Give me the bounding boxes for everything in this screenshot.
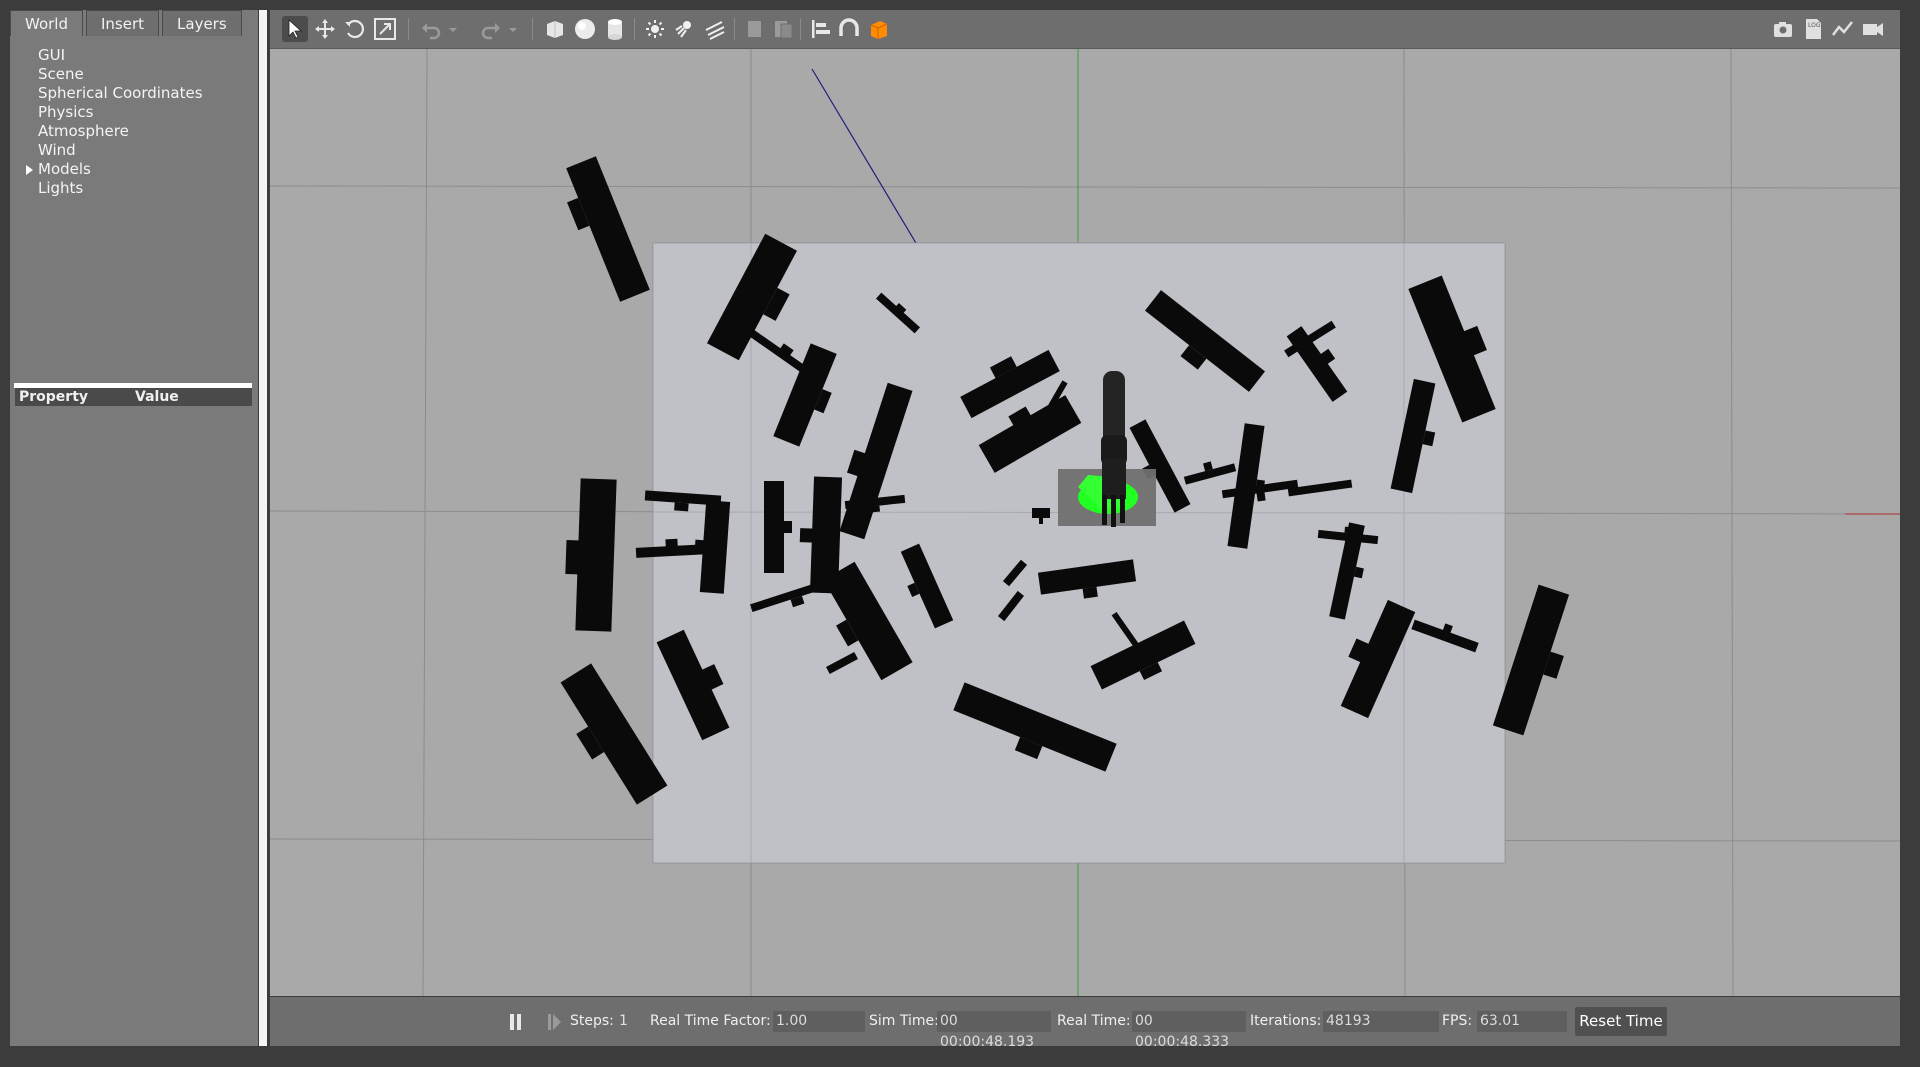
tree-item-label: Lights	[38, 179, 84, 197]
tab-world[interactable]: World	[10, 10, 83, 36]
robot-finger[interactable]	[1120, 495, 1125, 523]
sphere-shape-icon[interactable]	[572, 16, 598, 42]
tree-item-label: Models	[38, 160, 91, 178]
scene-canvas[interactable]	[270, 49, 1900, 996]
tree-item-label: Wind	[38, 141, 76, 159]
directional-light-icon[interactable]	[702, 16, 728, 42]
tree-item-spherical-coordinates[interactable]: Spherical Coordinates	[10, 84, 258, 103]
real-time-label: Real Time:	[1057, 1013, 1131, 1029]
robot-finger[interactable]	[1111, 495, 1116, 527]
panel-splitter[interactable]	[259, 10, 267, 1046]
point-light-icon[interactable]	[642, 16, 668, 42]
step-button[interactable]	[546, 997, 562, 1046]
cylinder-shape-icon[interactable]	[602, 16, 628, 42]
model-shelf	[1492, 584, 1570, 736]
tree-item-lights[interactable]: Lights	[10, 179, 258, 198]
toolbar-separator	[532, 18, 533, 40]
toolbar: LOG	[270, 10, 1900, 49]
iterations-label: Iterations:	[1250, 1013, 1322, 1029]
screenshot-icon[interactable]	[1770, 16, 1796, 42]
fps-label: FPS:	[1442, 1013, 1473, 1029]
tree-item-physics[interactable]: Physics	[10, 103, 258, 122]
robot-finger[interactable]	[1102, 495, 1107, 525]
redo-icon[interactable]	[478, 16, 504, 42]
translate-mode-icon[interactable]	[312, 16, 338, 42]
paste-icon[interactable]	[770, 16, 796, 42]
pause-button[interactable]	[508, 997, 524, 1046]
undo-history-chevron-icon[interactable]	[446, 16, 460, 42]
tree-item-scene[interactable]: Scene	[10, 65, 258, 84]
left-panel: World Insert Layers GUI Scene Spherical …	[10, 10, 258, 1046]
sim-time-field: 00 00:00:48.193	[937, 1011, 1051, 1050]
toolbar-separator	[408, 18, 409, 40]
tab-insert[interactable]: Insert	[86, 10, 160, 36]
robot-wrist[interactable]	[1102, 459, 1126, 499]
change-view-icon[interactable]	[866, 16, 892, 42]
plot-icon[interactable]	[1830, 16, 1856, 42]
copy-icon[interactable]	[742, 16, 768, 42]
steps-label: Steps:	[570, 1013, 614, 1029]
panel-tabs: World Insert Layers	[10, 10, 245, 37]
tree-item-wind[interactable]: Wind	[10, 141, 258, 160]
toolbar-separator	[800, 18, 801, 40]
expand-arrow-icon[interactable]	[26, 165, 33, 175]
real-time-factor-label: Real Time Factor:	[650, 1013, 771, 1029]
snap-icon[interactable]	[836, 16, 862, 42]
rotate-mode-icon[interactable]	[342, 16, 368, 42]
tree-item-label: Spherical Coordinates	[38, 84, 203, 102]
log-icon[interactable]: LOG	[1800, 16, 1826, 42]
scale-mode-icon[interactable]	[372, 16, 398, 42]
sim-time-label: Sim Time:	[869, 1013, 939, 1029]
steps-input[interactable]: 1	[619, 997, 628, 1046]
iterations-field: 48193	[1323, 1011, 1439, 1032]
tree-item-models[interactable]: Models	[10, 160, 258, 179]
tree-item-atmosphere[interactable]: Atmosphere	[10, 122, 258, 141]
spot-light-icon[interactable]	[672, 16, 698, 42]
model-shelf	[560, 663, 668, 805]
status-bar: Steps: 1 Real Time Factor: 1.00 Sim Time…	[270, 997, 1900, 1050]
real-time-field: 00 00:00:48.333	[1132, 1011, 1246, 1050]
tree-item-label: Scene	[38, 65, 84, 83]
tab-layers[interactable]: Layers	[162, 10, 242, 36]
toolbar-separator	[734, 18, 735, 40]
tree-item-label: Physics	[38, 103, 94, 121]
tree-item-label: GUI	[38, 46, 66, 64]
real-time-factor-field: 1.00	[773, 1011, 865, 1032]
box-shape-icon[interactable]	[542, 16, 568, 42]
select-mode-icon[interactable]	[282, 16, 308, 42]
video-record-icon[interactable]	[1860, 16, 1886, 42]
model-shelf	[566, 156, 650, 302]
tree-item-gui[interactable]: GUI	[10, 46, 258, 65]
world-tree: GUI Scene Spherical Coordinates Physics …	[10, 46, 258, 198]
property-column-header: Property	[19, 389, 89, 405]
value-column-header: Value	[135, 389, 179, 405]
align-icon[interactable]	[808, 16, 834, 42]
fps-field: 63.01	[1477, 1011, 1567, 1032]
scene-viewport[interactable]	[270, 49, 1900, 996]
undo-icon[interactable]	[418, 16, 444, 42]
property-table-header: Property Value	[15, 388, 252, 406]
model-shelf	[565, 478, 617, 632]
svg-text:LOG: LOG	[1808, 22, 1821, 29]
redo-history-chevron-icon[interactable]	[506, 16, 520, 42]
tree-item-label: Atmosphere	[38, 122, 129, 140]
toolbar-separator	[634, 18, 635, 40]
reset-time-button[interactable]: Reset Time	[1575, 1007, 1667, 1036]
